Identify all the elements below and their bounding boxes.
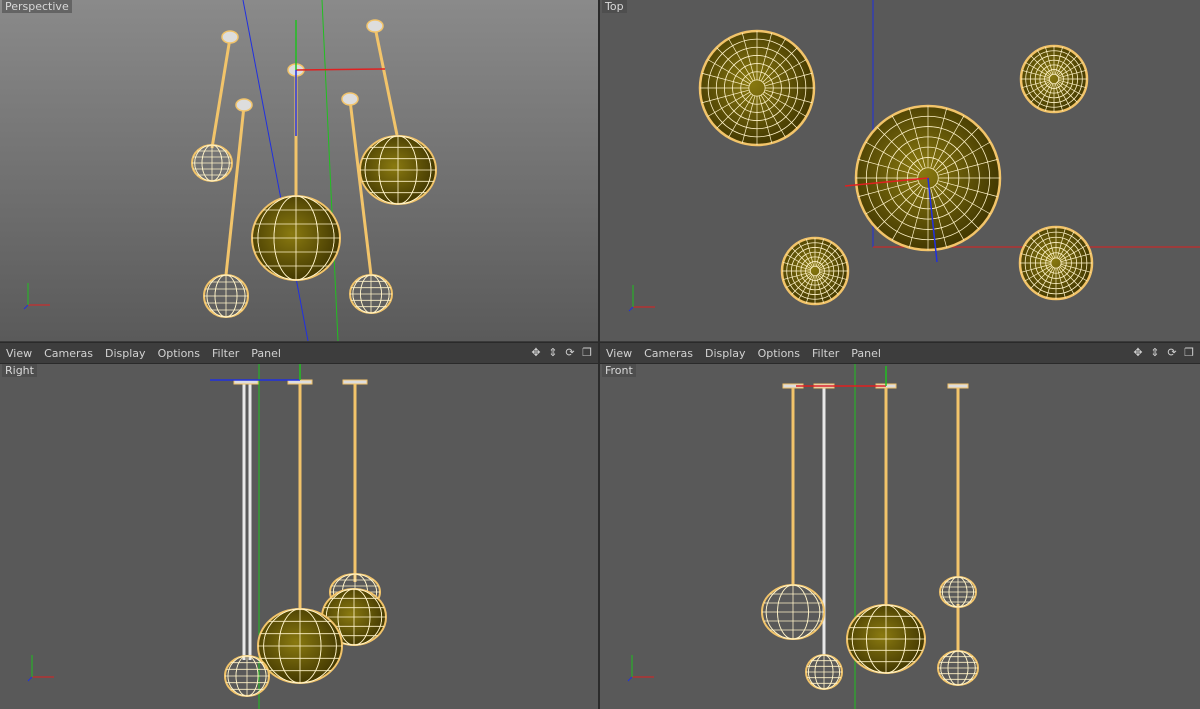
axis-gizmo [27,655,54,682]
move-view-icon[interactable]: ✥ [529,346,543,360]
front-scene[interactable] [600,364,1200,709]
gizmo-x [295,68,386,71]
pendant-shade [937,650,979,686]
pendant-shade [191,144,233,182]
menu-view[interactable]: View [606,347,632,360]
pendant-shade-top [1019,44,1089,114]
menu-view[interactable]: View [6,347,32,360]
menu-display[interactable]: Display [105,347,146,360]
rotate-view-icon[interactable]: ⟳ [563,346,577,360]
right-scene[interactable] [0,364,598,709]
pendant-cap [221,30,239,44]
menu-display[interactable]: Display [705,347,746,360]
top-scene[interactable] [600,0,1200,341]
viewport-label: Perspective [2,0,72,13]
pendant-shade [251,195,341,281]
pendant-shade [203,274,249,318]
viewport-label: Top [602,0,627,13]
pendant-cap [342,379,368,385]
axis-gizmo [23,283,50,310]
viewport-front[interactable]: Front [600,364,1200,709]
menu-options[interactable]: Options [758,347,800,360]
menu-panel[interactable]: Panel [851,347,881,360]
pendant-shade-top [780,236,850,306]
viewport-label: Front [602,364,636,377]
pendant-cap [341,92,359,106]
pendant-shade [846,604,926,674]
pendant-shade [761,584,825,640]
pendant-shade [939,576,977,608]
pendant-shade [349,274,393,314]
maximize-view-icon[interactable]: ❐ [1182,346,1196,360]
pendant-cap [947,383,969,389]
viewport-label: Right [2,364,37,377]
pendant-shade-top [698,29,816,147]
maximize-view-icon[interactable]: ❐ [580,346,594,360]
perspective-scene[interactable] [0,0,598,341]
pendant-cap [366,19,384,33]
viewport-divider [598,0,600,709]
world-axis-z [242,0,309,341]
pendant-cord [373,26,399,136]
menu-panel[interactable]: Panel [251,347,281,360]
viewport-right[interactable]: Right [0,364,598,709]
move-view-icon[interactable]: ✥ [1131,346,1145,360]
rotate-view-icon[interactable]: ⟳ [1165,346,1179,360]
menu-filter[interactable]: Filter [212,347,239,360]
axis-gizmo [627,655,654,682]
menu-filter[interactable]: Filter [812,347,839,360]
pendant-shade [805,654,843,690]
pendant-shade [359,135,437,205]
dolly-view-icon[interactable]: ⇕ [1148,346,1162,360]
viewport-menubar-right: View Cameras Display Options Filter Pane… [0,342,598,364]
pendant-cord [210,37,232,149]
pendant-cap [235,98,253,112]
pendant-shade-top [1018,225,1094,301]
world-axis-y [321,0,339,341]
dolly-view-icon[interactable]: ⇕ [546,346,560,360]
viewport-perspective[interactable]: Perspective [0,0,598,341]
pendant-shade [224,655,270,697]
menu-cameras[interactable]: Cameras [644,347,693,360]
menu-cameras[interactable]: Cameras [44,347,93,360]
axis-gizmo [628,285,655,312]
menu-options[interactable]: Options [158,347,200,360]
viewport-menubar-front: View Cameras Display Options Filter Pane… [600,342,1200,364]
viewport-top[interactable]: Top [600,0,1200,341]
pendant-cord [224,105,246,276]
pendant-shade [257,608,343,684]
